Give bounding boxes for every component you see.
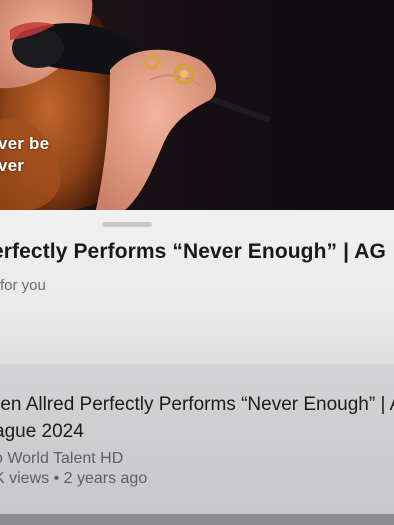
subtitle-line: ver <box>0 156 25 175</box>
recommended-video-item[interactable]: ren Allred Perfectly Performs “Never Eno… <box>0 364 394 514</box>
recommended-video-title[interactable]: ague 2024 <box>0 421 84 443</box>
video-stats: K views • 2 years ago <box>0 470 148 487</box>
video-player[interactable]: ver be ver <box>0 0 394 214</box>
channel-name[interactable]: o World Talent HD <box>0 450 123 468</box>
video-meta: for you <box>0 277 46 294</box>
recommended-video-title[interactable]: ren Allred Perfectly Performs “Never Eno… <box>0 394 394 416</box>
subtitle-line: ver be <box>0 134 50 153</box>
video-info-card[interactable]: erfectly Performs “Never Enough” | AG fo… <box>0 210 394 364</box>
mobile-video-screen: ver be ver erfectly Performs “Never Enou… <box>0 0 394 525</box>
video-frame <box>0 0 394 214</box>
drag-handle[interactable] <box>102 222 152 227</box>
video-title[interactable]: erfectly Performs “Never Enough” | AG <box>0 240 386 264</box>
next-item-edge <box>0 514 394 525</box>
